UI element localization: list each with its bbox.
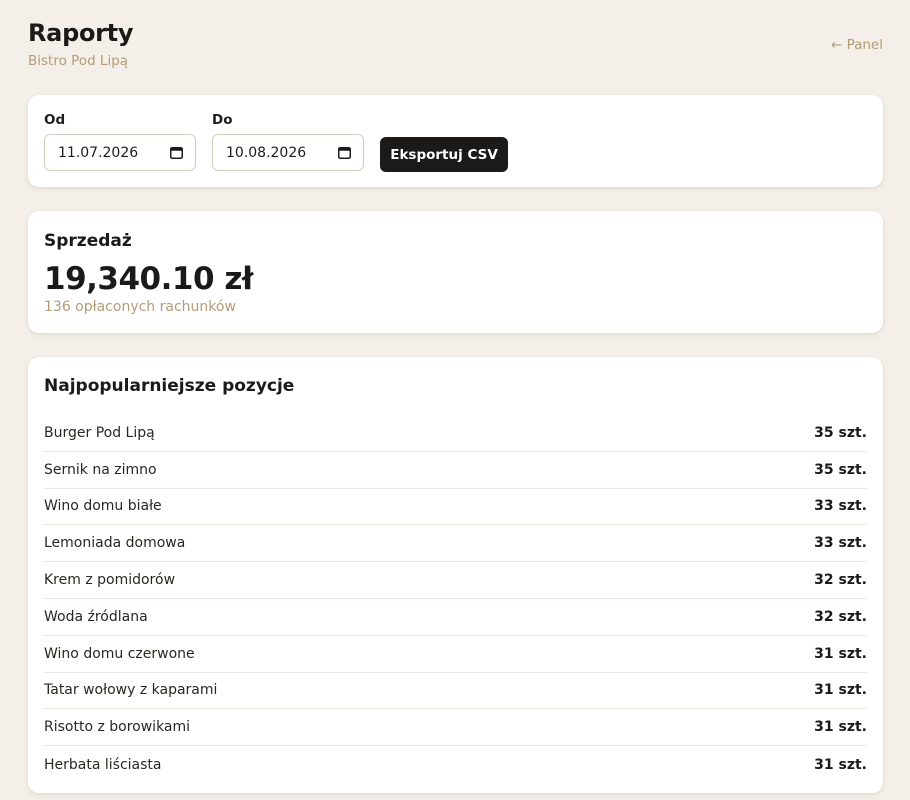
item-name: Burger Pod Lipą xyxy=(44,424,155,441)
paid-bills-count: 136 opłaconych rachunków xyxy=(44,299,236,315)
list-item: Herbata liściasta 31 szt. xyxy=(44,746,867,783)
list-item: Tatar wołowy z kaparami 31 szt. xyxy=(44,673,867,710)
popular-items-heading: Najpopularniejsze pozycje xyxy=(44,376,295,396)
item-name: Tatar wołowy z kaparami xyxy=(44,682,218,699)
list-item: Woda źródlana 32 szt. xyxy=(44,599,867,636)
page-header: Raporty Bistro Pod Lipą ← Panel xyxy=(28,0,883,95)
item-quantity: 33 szt. xyxy=(814,498,867,515)
list-item: Burger Pod Lipą 35 szt. xyxy=(44,415,867,452)
popular-items-card: Najpopularniejsze pozycje Burger Pod Lip… xyxy=(28,357,883,793)
sales-summary-card: Sprzedaż 19,340.10 zł 136 opłaconych rac… xyxy=(28,211,883,333)
sales-total-amount: 19,340.10 zł xyxy=(44,261,253,297)
item-quantity: 35 szt. xyxy=(814,461,867,478)
item-quantity: 32 szt. xyxy=(814,572,867,589)
restaurant-name: Bistro Pod Lipą xyxy=(28,53,129,69)
item-name: Herbata liściasta xyxy=(44,756,162,773)
item-name: Sernik na zimno xyxy=(44,461,157,478)
popular-items-list: Burger Pod Lipą 35 szt. Sernik na zimno … xyxy=(44,415,867,783)
item-name: Risotto z borowikami xyxy=(44,719,191,736)
item-quantity: 33 szt. xyxy=(814,535,867,552)
sales-heading: Sprzedaż xyxy=(44,231,132,251)
export-csv-button[interactable]: Eksportuj CSV xyxy=(380,137,508,172)
list-item: Sernik na zimno 35 szt. xyxy=(44,452,867,489)
item-quantity: 31 szt. xyxy=(814,719,867,736)
calendar-icon[interactable] xyxy=(338,146,351,159)
item-name: Woda źródlana xyxy=(44,608,148,625)
item-name: Lemoniada domowa xyxy=(44,535,186,552)
item-quantity: 32 szt. xyxy=(814,608,867,625)
list-item: Wino domu czerwone 31 szt. xyxy=(44,636,867,673)
page-title: Raporty xyxy=(28,19,134,47)
to-date-input[interactable]: 10.08.2026 xyxy=(212,134,364,171)
to-date-value: 10.08.2026 xyxy=(226,144,307,161)
to-date-field: Do 10.08.2026 xyxy=(212,112,364,171)
reports-page: Raporty Bistro Pod Lipą ← Panel Od 11.07… xyxy=(0,0,910,800)
list-item: Wino domu białe 33 szt. xyxy=(44,489,867,526)
from-date-label: Od xyxy=(44,112,66,128)
from-date-field: Od 11.07.2026 xyxy=(44,112,196,171)
back-to-panel-link[interactable]: ← Panel xyxy=(831,37,883,53)
item-quantity: 31 szt. xyxy=(814,645,867,662)
date-filter-card: Od 11.07.2026 Do 10.08.2026 Eksportuj CS… xyxy=(28,95,883,187)
from-date-input[interactable]: 11.07.2026 xyxy=(44,134,196,171)
item-quantity: 35 szt. xyxy=(814,424,867,441)
list-item: Krem z pomidorów 32 szt. xyxy=(44,562,867,599)
to-date-label: Do xyxy=(212,112,233,128)
list-item: Lemoniada domowa 33 szt. xyxy=(44,525,867,563)
calendar-icon[interactable] xyxy=(170,146,183,159)
from-date-value: 11.07.2026 xyxy=(58,144,139,161)
item-name: Wino domu białe xyxy=(44,498,162,515)
list-item: Risotto z borowikami 31 szt. xyxy=(44,709,867,747)
item-quantity: 31 szt. xyxy=(814,682,867,699)
item-quantity: 31 szt. xyxy=(814,756,867,773)
item-name: Wino domu czerwone xyxy=(44,645,195,662)
item-name: Krem z pomidorów xyxy=(44,572,176,589)
